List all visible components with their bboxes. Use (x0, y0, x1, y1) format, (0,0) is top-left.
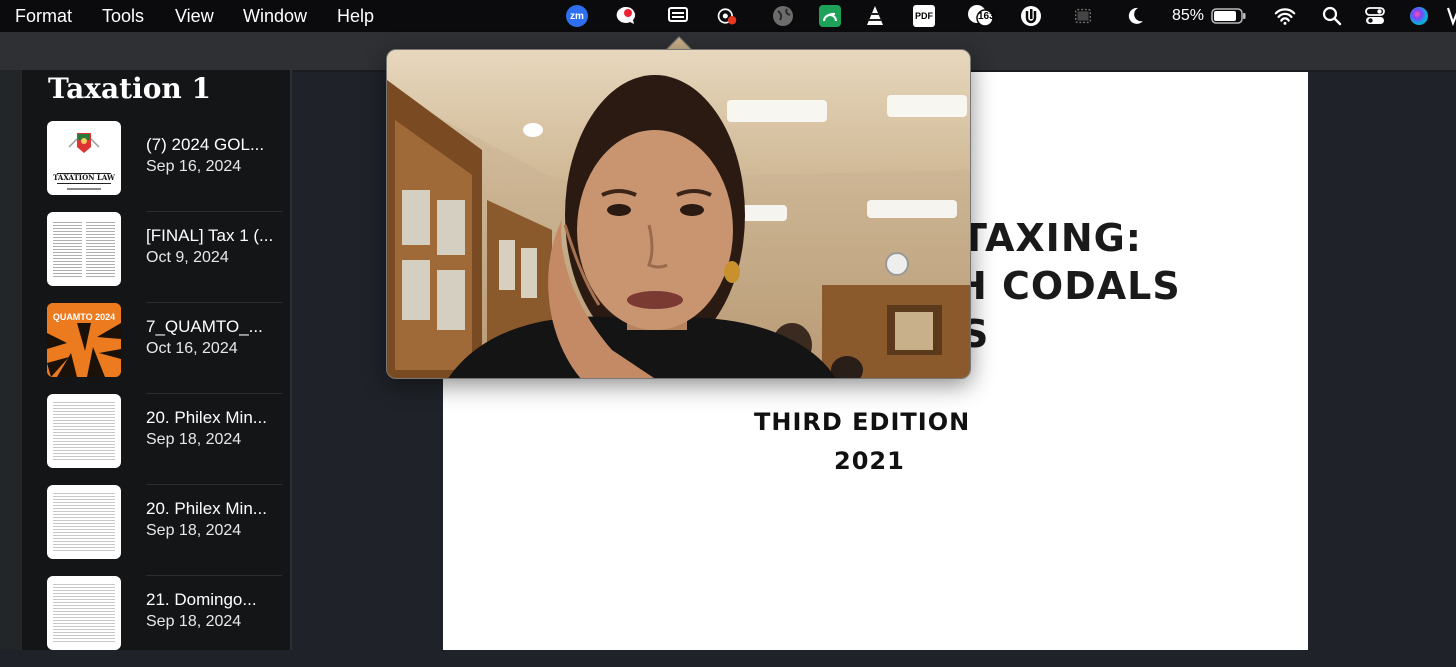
document-thumbnail: TAXATION LAW (47, 121, 121, 195)
document-thumbnail (47, 394, 121, 468)
document-name: (7) 2024 GOL... (146, 135, 265, 154)
document-name: [FINAL] Tax 1 (... (146, 226, 274, 245)
document-item-4[interactable]: 20. Philex Min... Sep 18, 2024 (22, 485, 290, 576)
document-name: 7_QUAMTO_... (146, 317, 263, 336)
document-date: Sep 18, 2024 (146, 613, 242, 630)
menu-view[interactable]: View (175, 6, 214, 27)
globe-icon[interactable] (772, 5, 794, 27)
screen-record-icon[interactable] (716, 5, 738, 27)
page-title-line-1: TAXING: (961, 216, 1143, 260)
camera-preview-window[interactable] (386, 49, 971, 379)
pdf-icon-label: PDF (913, 5, 935, 27)
document-thumbnail (47, 576, 121, 650)
document-item-3[interactable]: 20. Philex Min... Sep 18, 2024 (22, 394, 290, 485)
sidebar-title: Taxation 1 (48, 72, 211, 105)
pdf-icon[interactable]: PDF (913, 5, 935, 27)
document-date: Sep 18, 2024 (146, 431, 242, 448)
chat-bubble-icon[interactable] (615, 5, 637, 27)
moon-icon[interactable] (1124, 5, 1146, 27)
thumb-caption: QUAMTO 2024 (52, 312, 116, 322)
display-mirror-icon[interactable] (1072, 5, 1094, 27)
document-item-2[interactable]: QUAMTO 2024 7_QUAMTO_... Oct 16, 2024 (22, 303, 290, 394)
edition-label: THIRD EDITION (754, 408, 971, 436)
document-thumbnail (47, 485, 121, 559)
menu-format[interactable]: Format (15, 6, 72, 27)
documents-sidebar: Taxation 1 TAXATION LAW (7) 2024 GOL... … (22, 70, 290, 650)
law-crest-icon (57, 133, 111, 190)
window-gutter (0, 70, 22, 650)
document-item-0[interactable]: TAXATION LAW (7) 2024 GOL... Sep 16, 202… (22, 121, 290, 212)
control-center-icon[interactable] (1364, 5, 1386, 27)
document-thumbnail (47, 212, 121, 286)
edition-year: 2021 (834, 447, 905, 475)
wifi-icon[interactable] (1274, 5, 1296, 27)
vlc-cone-icon[interactable] (864, 5, 886, 27)
document-thumbnail: QUAMTO 2024 (47, 303, 121, 377)
document-item-5[interactable]: 21. Domingo... Sep 18, 2024 (22, 576, 290, 667)
document-name: 20. Philex Min... (146, 499, 267, 518)
zoom-icon[interactable]: zm (566, 5, 588, 27)
badge-count: 163 (978, 11, 995, 22)
battery-percent: 85% (1172, 7, 1205, 24)
menu-bar: Format Tools View Window Help zm PDF 163… (0, 0, 1456, 32)
menu-tools[interactable]: Tools (102, 6, 144, 27)
battery-icon[interactable] (1211, 5, 1247, 27)
document-date: Sep 16, 2024 (146, 158, 242, 175)
document-date: Oct 9, 2024 (146, 249, 229, 266)
zoom-icon-label: zm (566, 5, 588, 27)
document-name: 20. Philex Min... (146, 408, 267, 427)
overflow-icon (1446, 4, 1456, 26)
thumb-caption: TAXATION LAW (53, 173, 115, 182)
menu-window[interactable]: Window (243, 6, 307, 27)
document-date: Sep 18, 2024 (146, 522, 242, 539)
page-title-line-2: H CODALS (955, 264, 1181, 308)
document-name: 21. Domingo... (146, 590, 257, 609)
camera-feed-image (387, 50, 970, 378)
siri-icon[interactable] (1408, 5, 1430, 27)
search-icon[interactable] (1321, 5, 1343, 27)
keyboard-window-icon[interactable] (667, 5, 689, 27)
notification-badge-icon[interactable]: 163 (967, 5, 995, 27)
document-date: Oct 16, 2024 (146, 340, 238, 357)
document-item-1[interactable]: [FINAL] Tax 1 (... Oct 9, 2024 (22, 212, 290, 303)
torrent-icon[interactable] (1020, 5, 1042, 27)
wifi-app-icon[interactable] (819, 5, 841, 27)
menu-help[interactable]: Help (337, 6, 374, 27)
